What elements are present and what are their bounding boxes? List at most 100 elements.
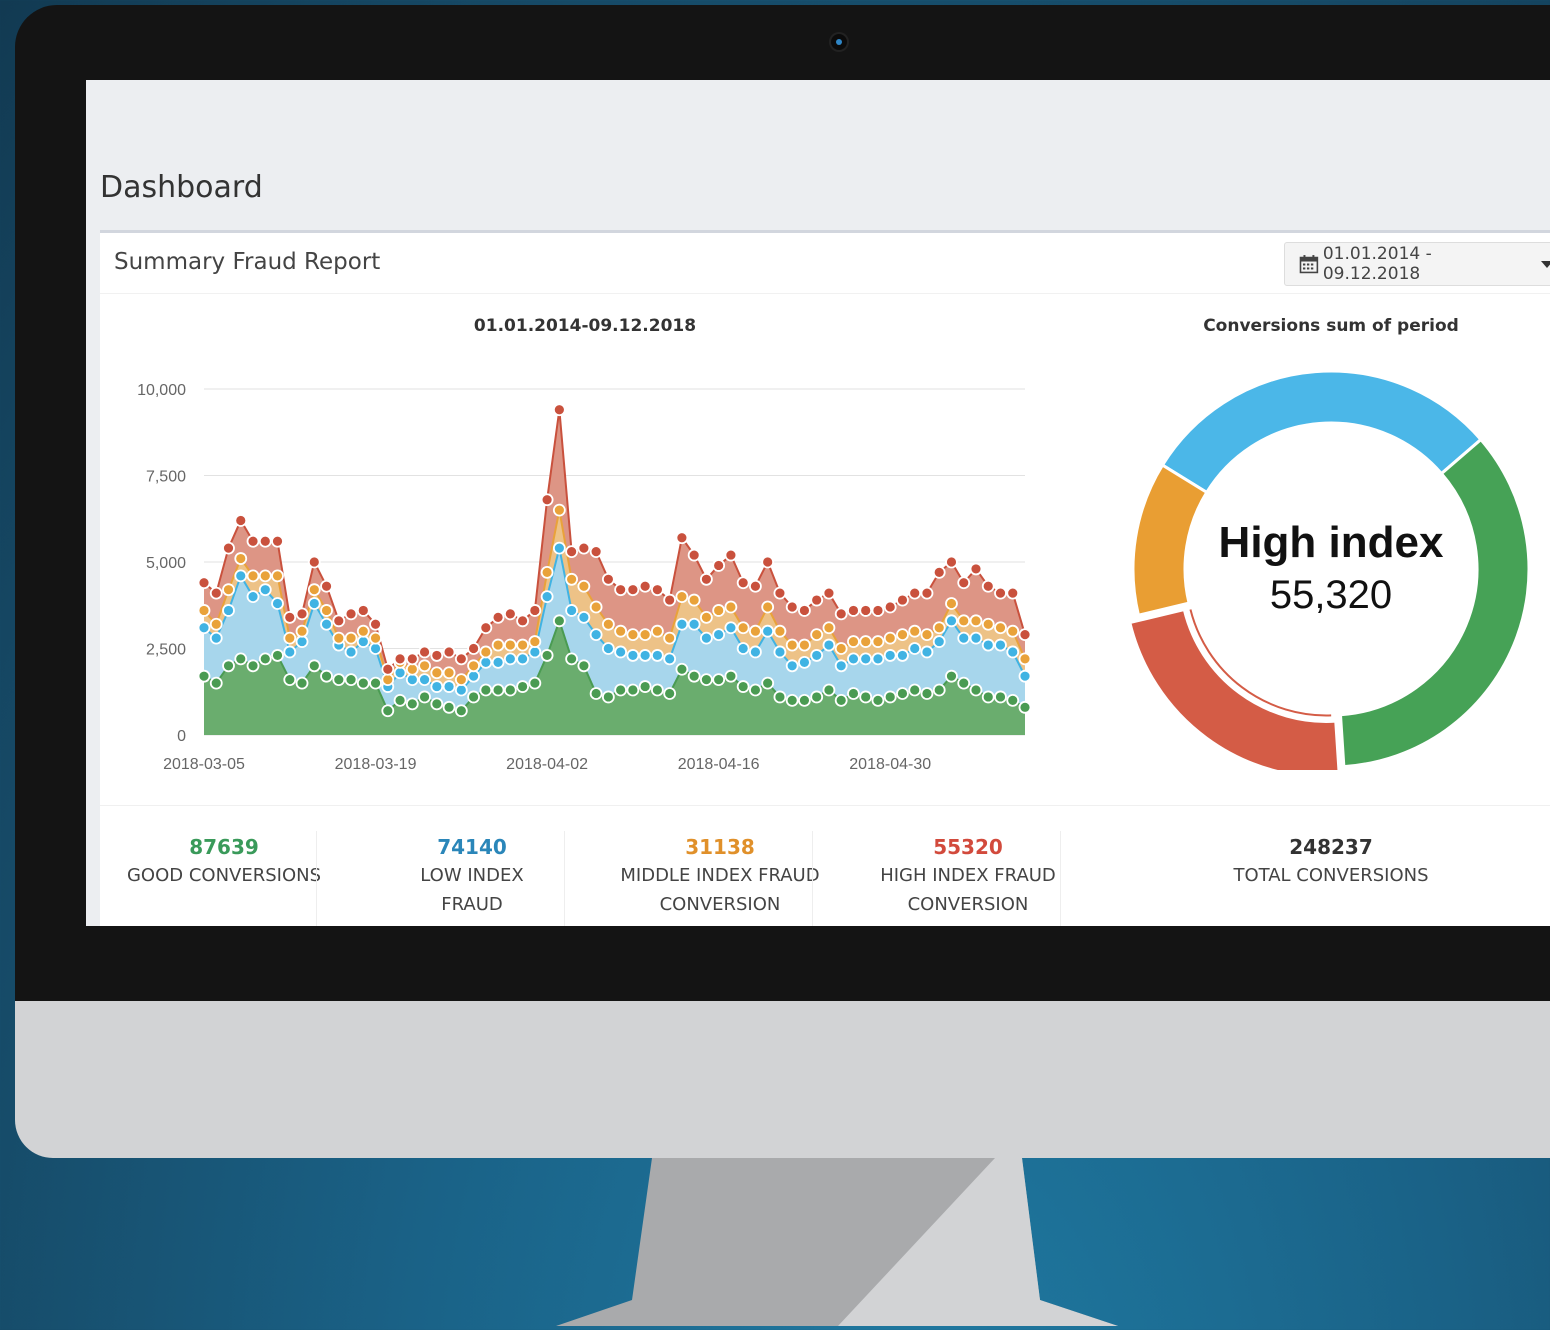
data-point[interactable] — [540, 565, 554, 579]
data-point[interactable] — [565, 652, 579, 666]
data-point[interactable] — [601, 642, 615, 655]
data-point[interactable] — [234, 552, 248, 565]
data-point[interactable] — [577, 541, 591, 555]
data-point[interactable] — [246, 534, 260, 548]
data-point[interactable] — [369, 676, 382, 690]
data-point[interactable] — [798, 693, 811, 707]
data-point[interactable] — [736, 621, 750, 635]
data-point[interactable] — [1006, 624, 1020, 638]
data-point[interactable] — [785, 600, 799, 614]
data-point[interactable] — [785, 659, 799, 673]
data-point[interactable] — [883, 600, 897, 614]
data-point[interactable] — [712, 604, 726, 617]
data-point[interactable] — [442, 645, 456, 659]
data-point[interactable] — [491, 683, 505, 697]
data-point[interactable] — [540, 590, 554, 604]
data-point[interactable] — [1018, 652, 1032, 666]
data-point[interactable] — [614, 645, 628, 659]
data-point[interactable] — [724, 600, 738, 614]
data-point[interactable] — [614, 624, 628, 638]
data-point[interactable] — [785, 638, 799, 652]
data-point[interactable] — [883, 649, 897, 662]
data-point[interactable] — [601, 572, 615, 586]
data-point[interactable] — [871, 635, 885, 648]
data-point[interactable] — [320, 579, 333, 593]
data-point[interactable] — [405, 673, 419, 687]
data-point[interactable] — [969, 614, 983, 628]
data-point[interactable] — [430, 680, 444, 693]
data-point[interactable] — [197, 621, 211, 635]
data-point[interactable] — [442, 700, 456, 714]
data-point[interactable] — [589, 628, 603, 642]
data-point[interactable] — [945, 555, 958, 569]
data-point[interactable] — [356, 676, 370, 690]
date-range-button[interactable]: 01.01.2014 - 09.12.2018 — [1284, 242, 1550, 286]
data-point[interactable] — [307, 555, 321, 569]
data-point[interactable] — [258, 534, 272, 548]
data-point[interactable] — [675, 662, 689, 676]
data-point[interactable] — [736, 680, 750, 693]
data-point[interactable] — [994, 638, 1007, 652]
data-point[interactable] — [981, 579, 995, 593]
data-point[interactable] — [516, 652, 529, 666]
data-point[interactable] — [822, 638, 836, 652]
data-point[interactable] — [552, 614, 566, 628]
data-point[interactable] — [638, 649, 652, 662]
data-point[interactable] — [614, 683, 628, 697]
data-point[interactable] — [650, 649, 664, 662]
data-point[interactable] — [969, 562, 983, 576]
data-point[interactable] — [491, 610, 505, 624]
data-point[interactable] — [773, 624, 787, 638]
data-point[interactable] — [663, 593, 677, 607]
data-point[interactable] — [761, 624, 775, 638]
data-point[interactable] — [552, 503, 566, 517]
data-point[interactable] — [209, 631, 223, 645]
data-point[interactable] — [834, 659, 848, 673]
data-point[interactable] — [430, 649, 444, 662]
data-point[interactable] — [945, 597, 958, 610]
data-point[interactable] — [589, 600, 603, 614]
data-point[interactable] — [981, 638, 995, 652]
data-point[interactable] — [1006, 645, 1020, 659]
data-point[interactable] — [552, 541, 566, 555]
data-point[interactable] — [479, 645, 493, 659]
data-point[interactable] — [503, 652, 517, 666]
data-point[interactable] — [675, 531, 689, 545]
data-point[interactable] — [994, 621, 1007, 635]
data-point[interactable] — [871, 652, 885, 666]
data-point[interactable] — [859, 652, 873, 666]
data-point[interactable] — [393, 652, 407, 666]
data-point[interactable] — [626, 649, 640, 662]
data-point[interactable] — [516, 614, 529, 628]
data-point[interactable] — [871, 693, 885, 707]
data-point[interactable] — [258, 652, 272, 666]
data-point[interactable] — [908, 586, 922, 600]
data-point[interactable] — [687, 548, 701, 562]
data-point[interactable] — [626, 583, 640, 597]
data-point[interactable] — [761, 676, 775, 690]
data-point[interactable] — [491, 655, 505, 669]
data-point[interactable] — [981, 690, 995, 704]
data-point[interactable] — [271, 597, 284, 610]
data-point[interactable] — [834, 693, 848, 707]
data-point[interactable] — [883, 690, 897, 704]
data-point[interactable] — [810, 593, 824, 607]
data-point[interactable] — [209, 617, 223, 631]
data-point[interactable] — [663, 631, 677, 645]
data-point[interactable] — [271, 534, 284, 548]
data-point[interactable] — [822, 683, 836, 697]
data-point[interactable] — [859, 604, 873, 617]
data-point[interactable] — [307, 659, 321, 673]
data-point[interactable] — [626, 683, 640, 697]
data-point[interactable] — [908, 642, 922, 655]
data-point[interactable] — [332, 673, 346, 687]
data-point[interactable] — [663, 652, 677, 666]
data-point[interactable] — [222, 659, 235, 673]
data-point[interactable] — [626, 628, 640, 642]
data-point[interactable] — [209, 676, 223, 690]
data-point[interactable] — [994, 690, 1007, 704]
data-point[interactable] — [773, 586, 787, 600]
data-point[interactable] — [234, 652, 248, 666]
data-point[interactable] — [528, 635, 542, 648]
data-point[interactable] — [650, 624, 664, 638]
